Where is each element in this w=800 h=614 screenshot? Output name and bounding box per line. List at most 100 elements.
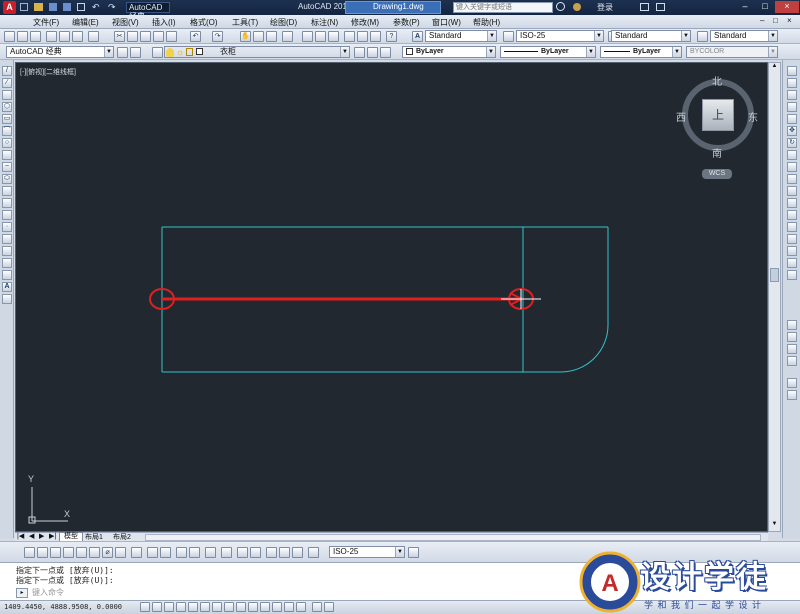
rectangle-icon[interactable]: ▭ bbox=[2, 114, 12, 124]
quickcalc-icon[interactable] bbox=[370, 31, 381, 42]
zoom-window-icon[interactable] bbox=[266, 31, 277, 42]
search-input[interactable]: 键入关键字或短语 bbox=[453, 2, 553, 13]
hatch-to-back-icon[interactable] bbox=[787, 390, 797, 400]
menu-insert[interactable]: 插入(I) bbox=[152, 17, 176, 28]
copy-icon[interactable] bbox=[127, 31, 138, 42]
baseline-dim-icon[interactable] bbox=[147, 547, 158, 558]
menu-dimension[interactable]: 标注(N) bbox=[311, 17, 338, 28]
draw-order-below-icon[interactable] bbox=[787, 356, 797, 366]
ordinate-dim-icon[interactable] bbox=[63, 547, 74, 558]
construction-line-icon[interactable]: ⁄ bbox=[2, 78, 12, 88]
angular-dim-icon[interactable] bbox=[115, 547, 126, 558]
dynamic-input-icon[interactable] bbox=[248, 602, 258, 612]
quick-dim-icon[interactable] bbox=[131, 547, 142, 558]
join-icon[interactable] bbox=[787, 222, 797, 232]
undo-icon[interactable]: ↶ bbox=[190, 31, 201, 42]
array-icon[interactable] bbox=[787, 114, 797, 124]
center-mark-icon[interactable] bbox=[221, 547, 232, 558]
move-icon[interactable]: ✥ bbox=[787, 126, 797, 136]
vertical-scrollbar[interactable]: ▲ ▼ bbox=[768, 62, 781, 532]
extend-icon[interactable] bbox=[787, 186, 797, 196]
dim-style-dialog-icon[interactable] bbox=[408, 547, 419, 558]
erase-icon[interactable] bbox=[787, 66, 797, 76]
ellipse-arc-icon[interactable] bbox=[2, 186, 12, 196]
linetype-dropdown[interactable]: ByLayer ▼ bbox=[500, 46, 596, 58]
revision-cloud-icon[interactable] bbox=[2, 150, 12, 160]
menu-parametric[interactable]: 参数(P) bbox=[393, 17, 420, 28]
viewcube-face-top[interactable]: 上 bbox=[702, 99, 734, 131]
lineweight-icon[interactable] bbox=[260, 602, 270, 612]
spline-icon[interactable]: ~ bbox=[2, 162, 12, 172]
break-at-point-icon[interactable] bbox=[787, 198, 797, 208]
multiline-text-icon[interactable]: A bbox=[2, 282, 12, 292]
search-icon[interactable] bbox=[556, 2, 565, 11]
menu-window[interactable]: 窗口(W) bbox=[432, 17, 461, 28]
layer-dropdown[interactable]: 衣柜 ▼ bbox=[164, 46, 350, 58]
plot-icon[interactable] bbox=[77, 3, 85, 11]
object-snap-tracking-icon[interactable] bbox=[224, 602, 234, 612]
multileader-style-dropdown[interactable]: Standard ▼ bbox=[710, 30, 778, 42]
design-center-icon[interactable] bbox=[315, 31, 326, 42]
dim-edit-icon[interactable] bbox=[266, 547, 277, 558]
block-editor-icon[interactable] bbox=[166, 31, 177, 42]
circle-icon[interactable]: ○ bbox=[2, 138, 12, 148]
draw-order-back-icon[interactable] bbox=[787, 332, 797, 342]
login-link[interactable]: 登录 bbox=[597, 2, 613, 13]
snap-mode-icon[interactable] bbox=[152, 602, 162, 612]
tolerance-icon[interactable] bbox=[205, 547, 216, 558]
markup-icon[interactable] bbox=[357, 31, 368, 42]
tab-prev-icon[interactable]: ◀ bbox=[29, 532, 34, 540]
save-icon[interactable] bbox=[49, 3, 57, 11]
fillet-icon[interactable] bbox=[787, 246, 797, 256]
compass-east[interactable]: 东 bbox=[748, 109, 758, 124]
layer-manager-icon[interactable] bbox=[152, 47, 163, 58]
compass-south[interactable]: 南 bbox=[712, 145, 722, 160]
linear-dim-icon[interactable] bbox=[24, 547, 35, 558]
hatch-icon[interactable] bbox=[2, 234, 12, 244]
menu-edit[interactable]: 编辑(E) bbox=[72, 17, 99, 28]
redo-icon[interactable]: ↷ bbox=[212, 31, 223, 42]
user-icon[interactable] bbox=[573, 3, 581, 11]
command-icon[interactable]: ▸ bbox=[16, 588, 28, 598]
chamfer-icon[interactable] bbox=[787, 234, 797, 244]
properties-icon[interactable] bbox=[302, 31, 313, 42]
wcs-menu-button[interactable]: WCS bbox=[702, 169, 732, 179]
insert-block-icon[interactable] bbox=[2, 198, 12, 208]
make-block-icon[interactable] bbox=[2, 210, 12, 220]
multileader-style-icon[interactable] bbox=[697, 31, 708, 42]
autocad-logo-icon[interactable]: A bbox=[3, 1, 16, 14]
plot-style-dropdown[interactable]: BYCOLOR ▼ bbox=[686, 46, 778, 58]
cut-icon[interactable]: ✂ bbox=[114, 31, 125, 42]
explode-icon[interactable] bbox=[787, 270, 797, 280]
arc-length-icon[interactable] bbox=[50, 547, 61, 558]
jogged-linear-icon[interactable] bbox=[250, 547, 261, 558]
coordinate-readout[interactable]: 1409.4450, 4888.9508, 0.0000 bbox=[4, 603, 122, 611]
stretch-icon[interactable] bbox=[787, 162, 797, 172]
maximize-button[interactable]: □ bbox=[755, 1, 775, 13]
compass-north[interactable]: 北 bbox=[712, 73, 722, 88]
scale-icon[interactable] bbox=[787, 150, 797, 160]
3d-print-icon[interactable] bbox=[88, 31, 99, 42]
jogged-dim-icon[interactable] bbox=[89, 547, 100, 558]
doc-minimize-button[interactable]: – bbox=[760, 16, 764, 25]
table-style-dropdown[interactable]: Standard ▼ bbox=[611, 30, 691, 42]
offset-icon[interactable] bbox=[787, 102, 797, 112]
transparency-icon[interactable] bbox=[272, 602, 282, 612]
text-to-front-icon[interactable] bbox=[787, 378, 797, 388]
command-input[interactable]: 键入命令 bbox=[32, 588, 572, 599]
text-style-dropdown[interactable]: Standard ▼ bbox=[425, 30, 497, 42]
scroll-down-button[interactable]: ▼ bbox=[769, 521, 780, 531]
lineweight-dropdown[interactable]: ByLayer ▼ bbox=[600, 46, 682, 58]
infer-constraints-icon[interactable] bbox=[140, 602, 150, 612]
text-style-icon[interactable]: A bbox=[412, 31, 423, 42]
trim-icon[interactable] bbox=[787, 174, 797, 184]
3d-object-snap-icon[interactable] bbox=[212, 602, 222, 612]
layer-state-icon[interactable] bbox=[380, 47, 391, 58]
inspection-icon[interactable] bbox=[237, 547, 248, 558]
model-space-icon[interactable] bbox=[312, 602, 322, 612]
make-object-layer-current-icon[interactable] bbox=[354, 47, 365, 58]
dim-text-edit-icon[interactable] bbox=[279, 547, 290, 558]
ellipse-icon[interactable]: ⬭ bbox=[2, 174, 12, 184]
help-icon[interactable] bbox=[656, 3, 665, 11]
polygon-icon[interactable]: ⬡ bbox=[2, 102, 12, 112]
